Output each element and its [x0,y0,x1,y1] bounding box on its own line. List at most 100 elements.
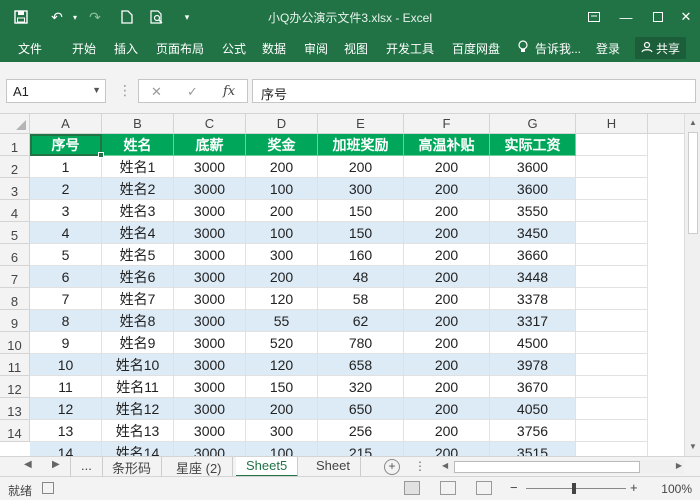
column-header-a[interactable]: A [30,114,102,134]
table-cell[interactable]: 7 [30,288,102,310]
table-cell[interactable]: 100 [246,178,318,200]
maximize-icon[interactable] [644,4,672,30]
tab-baidu-netdisk[interactable]: 百度网盘 [452,40,500,57]
table-cell[interactable]: 3600 [490,178,576,200]
table-cell[interactable]: 200 [404,420,490,442]
table-cell[interactable]: 3000 [174,244,246,266]
sheet-tab-barcode[interactable]: 条形码 [102,457,163,477]
table-cell[interactable]: 55 [246,310,318,332]
sheet-tab-sheet[interactable]: Sheet [306,457,361,477]
table-cell[interactable]: 3756 [490,420,576,442]
next-sheet-icon[interactable]: ▶ [52,459,60,470]
row-header[interactable]: 8 [0,288,30,310]
table-cell[interactable]: 300 [246,244,318,266]
row-header[interactable]: 9 [0,310,30,332]
table-cell[interactable]: 3000 [174,332,246,354]
cancel-formula-icon[interactable]: ✕ [151,84,162,100]
vertical-scrollbar[interactable]: ▲ ▼ [684,114,700,456]
table-cell[interactable] [576,200,648,222]
table-cell[interactable]: 650 [318,398,404,420]
table-cell[interactable]: 300 [246,420,318,442]
chevron-down-icon[interactable]: ▼ [92,85,101,95]
vertical-scroll-thumb[interactable] [688,132,698,234]
table-cell[interactable]: 3550 [490,200,576,222]
row-header[interactable]: 4 [0,200,30,222]
table-cell[interactable]: 3000 [174,398,246,420]
table-cell[interactable]: 姓名2 [102,178,174,200]
table-cell[interactable] [576,310,648,332]
column-header-g[interactable]: G [490,114,576,134]
confirm-formula-icon[interactable]: ✓ [187,84,198,100]
table-header-cell[interactable] [576,134,648,156]
table-cell[interactable]: 3600 [490,156,576,178]
row-header[interactable]: 13 [0,398,30,420]
table-header-cell[interactable]: 高温补贴 [404,134,490,156]
minimize-icon[interactable]: — [612,4,640,30]
table-cell[interactable]: 200 [404,244,490,266]
table-cell[interactable]: 13 [30,420,102,442]
table-cell[interactable]: 200 [404,288,490,310]
tab-home[interactable]: 开始 [72,40,96,57]
table-cell[interactable] [576,244,648,266]
zoom-in-icon[interactable]: + [630,480,638,495]
horizontal-scrollbar[interactable]: ◀ ▶ [440,460,684,474]
table-cell[interactable]: 3000 [174,420,246,442]
table-cell[interactable]: 姓名11 [102,376,174,398]
table-header-cell[interactable]: 底薪 [174,134,246,156]
tab-page-layout[interactable]: 页面布局 [156,40,204,57]
table-cell[interactable]: 200 [404,354,490,376]
table-cell[interactable]: 姓名8 [102,310,174,332]
tab-insert[interactable]: 插入 [114,40,138,57]
table-cell[interactable]: 200 [246,398,318,420]
tab-review[interactable]: 审阅 [304,40,328,57]
table-cell[interactable]: 200 [404,376,490,398]
table-cell[interactable]: 3000 [174,442,246,456]
table-cell[interactable] [576,354,648,376]
insert-function-icon[interactable]: fx [223,84,235,99]
table-cell[interactable]: 62 [318,310,404,332]
scroll-down-icon[interactable]: ▼ [685,440,700,454]
table-cell[interactable]: 3 [30,200,102,222]
tab-view[interactable]: 视图 [344,40,368,57]
tab-splitter-icon[interactable]: ⋮ [414,459,426,473]
table-cell[interactable]: 姓名13 [102,420,174,442]
table-cell[interactable]: 3670 [490,376,576,398]
zoom-slider-knob[interactable] [572,483,576,494]
table-cell[interactable] [576,420,648,442]
tab-data[interactable]: 数据 [262,40,286,57]
table-cell[interactable]: 48 [318,266,404,288]
table-cell[interactable]: 200 [246,156,318,178]
table-cell[interactable] [576,288,648,310]
close-icon[interactable]: ✕ [672,4,700,30]
table-cell[interactable]: 3660 [490,244,576,266]
table-cell[interactable]: 200 [404,200,490,222]
row-header[interactable]: 3 [0,178,30,200]
table-cell[interactable]: 姓名1 [102,156,174,178]
formula-input[interactable]: 序号 [252,79,696,103]
table-cell[interactable] [576,178,648,200]
table-cell[interactable]: 4050 [490,398,576,420]
table-cell[interactable]: 150 [318,222,404,244]
table-cell[interactable]: 120 [246,288,318,310]
row-header[interactable]: 5 [0,222,30,244]
prev-sheet-icon[interactable]: ◀ [24,459,32,470]
table-cell[interactable]: 215 [318,442,404,456]
page-break-view-icon[interactable] [476,481,492,495]
scroll-up-icon[interactable]: ▲ [685,116,700,130]
table-cell[interactable]: 2 [30,178,102,200]
table-cell[interactable]: 780 [318,332,404,354]
table-cell[interactable] [576,156,648,178]
table-header-cell[interactable]: 加班奖励 [318,134,404,156]
table-cell[interactable]: 320 [318,376,404,398]
login-link[interactable]: 登录 [596,40,620,57]
table-cell[interactable]: 200 [404,398,490,420]
table-cell[interactable]: 10 [30,354,102,376]
table-cell[interactable]: 200 [246,266,318,288]
tell-me-search[interactable]: 告诉我... [535,40,581,57]
table-cell[interactable]: 姓名12 [102,398,174,420]
column-header-d[interactable]: D [246,114,318,134]
table-cell[interactable]: 3000 [174,178,246,200]
fill-handle[interactable] [98,152,104,158]
zoom-out-icon[interactable]: − [510,480,518,495]
table-header-cell[interactable]: 序号 [30,134,102,156]
